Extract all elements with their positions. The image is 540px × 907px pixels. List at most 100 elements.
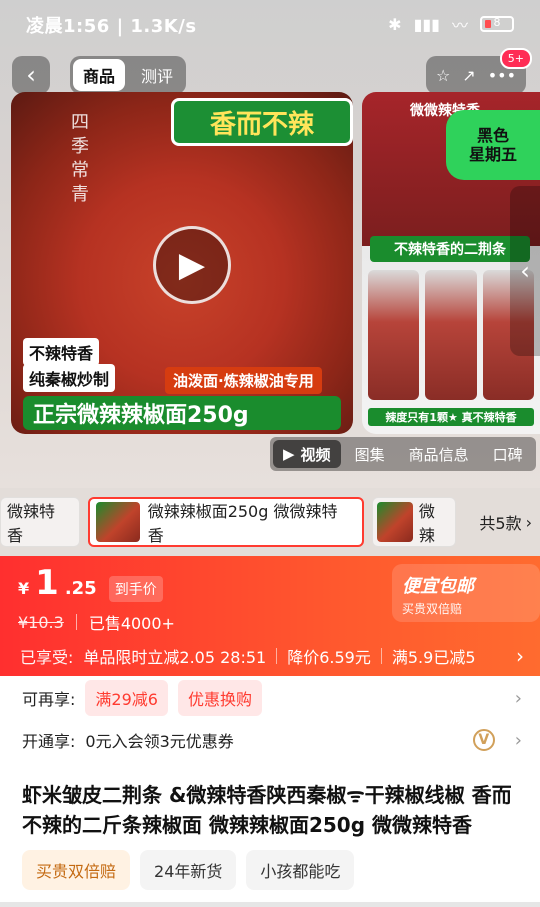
content: 可再享: 满29减6 优惠换购 › 开通享: 0元入会领3元优惠券 V › 虾米…: [0, 676, 540, 907]
media-tab-reviews[interactable]: 口碑: [483, 440, 533, 468]
sku-count-label: 共5款: [479, 514, 522, 533]
media-tab-video[interactable]: ▶ 视频: [273, 440, 341, 468]
tab-review[interactable]: 测评: [131, 59, 183, 91]
tag-kids[interactable]: 小孩都能吃: [246, 850, 355, 890]
sku-first-label: 微辣特香: [7, 502, 56, 545]
promo-subtitle: 买贵双倍赔: [402, 602, 463, 616]
tab-product[interactable]: 商品: [73, 59, 126, 91]
media-tab-gallery-label: 图集: [354, 445, 385, 464]
share-icon[interactable]: ↗: [462, 66, 475, 85]
top-actions: ☆ ↗ ••• 5+: [425, 48, 532, 94]
status-icons: ✱ ▮▮▮ 〰 8: [388, 12, 514, 36]
pill-discount[interactable]: 满29减6: [85, 680, 168, 716]
sku-other-label: 微辣: [418, 502, 435, 545]
status-separator: |: [116, 16, 131, 37]
enjoy-item-2: 降价6.59元: [287, 648, 371, 667]
divider: [380, 648, 382, 664]
sku-option-first[interactable]: 微辣特香: [0, 497, 80, 547]
back-icon: ‹: [26, 61, 36, 89]
divider: [75, 614, 77, 630]
side-line-2: 不辣特香的二荆条: [370, 236, 530, 262]
battery-icon: 8: [480, 16, 514, 32]
promo-banner[interactable]: 便宜包邮 买贵双倍赔: [392, 564, 540, 622]
pill-redemption[interactable]: 优惠换购: [177, 680, 262, 716]
enjoy-item-1: 单品限时立减2.05 28:51: [83, 648, 267, 667]
chevron-right-icon: ›: [514, 729, 522, 751]
sku-thumbnail: [377, 502, 413, 542]
price-integer: 1: [35, 563, 59, 603]
promo-title: 便宜包邮: [402, 576, 474, 597]
media-tab-product-info[interactable]: 商品信息: [399, 440, 479, 468]
media-tab-video-label: 视频: [300, 445, 331, 464]
price-decimal: .25: [64, 578, 97, 599]
sku-strip: 微辣特香 微辣辣椒面250g 微微辣特香 微辣 共5款 ›: [0, 488, 540, 556]
brand-vertical-text: 四季常青: [68, 112, 89, 208]
divider: [276, 648, 278, 664]
vip-icon: V: [472, 729, 495, 751]
media-tab-reviews-label: 口碑: [492, 445, 523, 464]
membership-row[interactable]: 开通享: 0元入会领3元优惠券 V ›: [0, 720, 540, 760]
main-product-image[interactable]: 四季常青 香而不辣 不辣特香 纯秦椒炒制 油泼面·炼辣椒油专用 正宗微辣辣椒面2…: [11, 92, 353, 434]
price-row: ¥ 1 .25 到手价: [18, 566, 163, 602]
main-tag-bottom: 正宗微辣辣椒面250g: [23, 396, 341, 430]
sku-selected-label: 微辣辣椒面250g 微微辣特香: [147, 502, 338, 545]
more-label: 可再享:: [22, 690, 76, 709]
side-card: [368, 270, 420, 400]
side-card: [425, 270, 477, 400]
network-speed: 1.3K/s: [130, 16, 197, 37]
product-title: 虾米皱皮二荆条 &微辣特香陕西秦椒ᯤ干辣椒线椒 香而不辣的二斤条辣椒面 微辣辣椒…: [22, 783, 512, 837]
sku-thumbnail: [96, 502, 140, 542]
bottom-divider: [0, 902, 540, 907]
price-tag: 到手价: [108, 576, 163, 602]
product-tags: 买贵双倍赔 24年新货 小孩都能吃: [22, 850, 355, 890]
original-price: ¥10.3: [18, 612, 64, 632]
main-tag-oil: 油泼面·炼辣椒油专用: [165, 367, 322, 394]
top-tabbar: 商品 测评: [70, 56, 187, 94]
status-time-text: 凌晨1:56: [26, 16, 110, 37]
chevron-left-icon: ‹: [520, 257, 530, 285]
main-tag-left-2: 纯秦椒炒制: [23, 364, 116, 392]
product-page: 凌晨1:56 | 1.3K/s ✱ ▮▮▮ 〰 8 ‹ 商品 测评 ☆ ↗ ••…: [0, 0, 540, 907]
status-bar: 凌晨1:56 | 1.3K/s ✱ ▮▮▮ 〰 8: [0, 0, 540, 48]
status-time: 凌晨1:56 | 1.3K/s: [26, 12, 197, 38]
membership-label: 开通享:: [22, 732, 76, 751]
product-hero: 凌晨1:56 | 1.3K/s ✱ ▮▮▮ 〰 8 ‹ 商品 测评 ☆ ↗ ••…: [0, 0, 540, 488]
chevron-right-icon: ›: [525, 512, 532, 532]
more-promos-row[interactable]: 可再享: 满29减6 优惠换购 ›: [0, 678, 540, 718]
video-icon: ▶: [283, 445, 295, 463]
chevron-right-icon: ›: [514, 687, 522, 709]
play-icon: ▶: [178, 245, 206, 285]
media-tab-gallery[interactable]: 图集: [345, 440, 395, 468]
sku-option-selected[interactable]: 微辣辣椒面250g 微微辣特香: [88, 497, 364, 547]
more-badge: 5+: [499, 48, 532, 69]
price-block: ¥ 1 .25 到手价 ¥10.3 已售4000+ 便宜包邮 买贵双倍赔 已享受…: [0, 556, 540, 676]
tab-product-label: 商品: [83, 67, 116, 86]
wifi-icon: 〰: [451, 16, 468, 35]
chevron-right-icon: ›: [516, 644, 524, 668]
enjoy-label: 已享受:: [20, 648, 74, 667]
signal-icon: ▮▮▮: [413, 14, 440, 34]
enjoyed-promos-row[interactable]: 已享受: 单品限时立减2.05 28:51 降价6.59元 满5.9已减5 ›: [0, 636, 540, 676]
media-tab-product-info-label: 商品信息: [408, 445, 469, 464]
media-tabs: ▶ 视频 图集 商品信息 口碑: [270, 437, 536, 471]
bluetooth-icon: ✱: [388, 14, 402, 34]
original-row: ¥10.3 已售4000+: [18, 610, 175, 634]
star-icon[interactable]: ☆: [436, 66, 450, 85]
tab-review-label: 测评: [141, 67, 174, 86]
promo-bubble-text: 黑色 星期五: [468, 126, 517, 164]
main-tag-top: 香而不辣: [171, 98, 353, 146]
gallery-next-button[interactable]: ‹: [510, 186, 540, 356]
battery-level: 8: [493, 16, 501, 29]
main-tag-left-1: 不辣特香: [23, 338, 100, 366]
membership-text: 0元入会领3元优惠券: [85, 732, 234, 751]
tag-new-goods[interactable]: 24年新货: [140, 850, 237, 890]
sku-option-other[interactable]: 微辣: [372, 497, 456, 547]
sku-count[interactable]: 共5款 ›: [479, 510, 532, 534]
promo-bubble[interactable]: 黑色 星期五: [446, 110, 540, 180]
tag-price-protect[interactable]: 买贵双倍赔: [22, 850, 131, 890]
price-currency: ¥: [18, 579, 30, 598]
enjoy-item-3: 满5.9已减5: [391, 648, 476, 667]
back-button[interactable]: ‹: [12, 56, 50, 94]
play-button[interactable]: ▶: [153, 226, 231, 304]
side-foot: 辣度只有1颗★ 真不辣特香: [368, 408, 534, 426]
